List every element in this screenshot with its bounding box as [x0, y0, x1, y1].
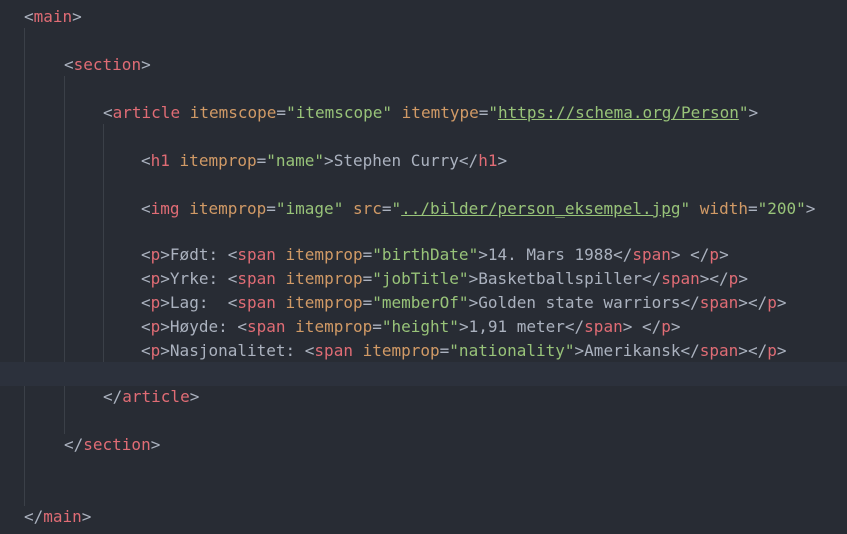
image-src-link[interactable]: ../bilder/person_eksempel.jpg: [401, 199, 680, 218]
code-line-article-open[interactable]: <article itemscope="itemscope" itemtype=…: [103, 101, 758, 125]
code-line-section-open[interactable]: <section>: [64, 53, 151, 77]
code-line-section-close[interactable]: </section>: [64, 433, 160, 457]
code-line-article-close[interactable]: </article>: [103, 385, 199, 409]
code-line-h1[interactable]: <h1 itemprop="name">Stephen Curry</h1>: [141, 149, 507, 173]
indent-guide-main: [24, 28, 25, 506]
code-line-main-close[interactable]: </main>: [24, 505, 91, 529]
code-line-img[interactable]: <img itemprop="image" src="../bilder/per…: [141, 197, 815, 221]
code-line-birthdate[interactable]: <p>Født: <span itemprop="birthDate">14. …: [141, 243, 729, 267]
code-line-jobtitle[interactable]: <p>Yrke: <span itemprop="jobTitle">Baske…: [141, 267, 748, 291]
code-line-nationality[interactable]: <p>Nasjonalitet: <span itemprop="nationa…: [141, 339, 786, 363]
current-line-highlight: [0, 362, 847, 386]
schema-url-link[interactable]: https://schema.org/Person: [498, 103, 739, 122]
code-line-height[interactable]: <p>Høyde: <span itemprop="height">1,91 m…: [141, 315, 681, 339]
indent-guide-article: [103, 124, 104, 386]
code-editor[interactable]: <main> <section> <article itemscope="ite…: [0, 0, 847, 534]
code-line-memberof[interactable]: <p>Lag: <span itemprop="memberOf">Golden…: [141, 291, 786, 315]
code-line-main-open[interactable]: <main>: [24, 5, 82, 29]
